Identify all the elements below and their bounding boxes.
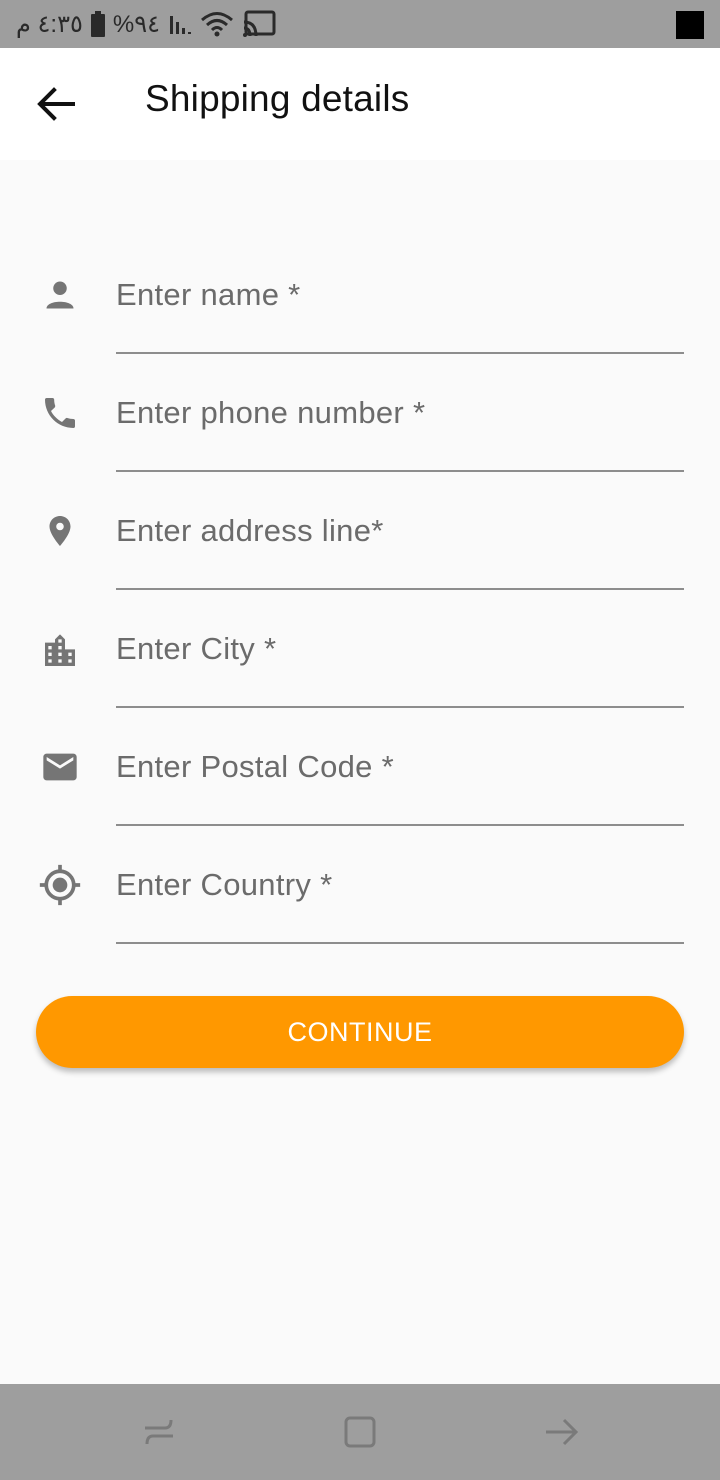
name-input[interactable] xyxy=(116,265,684,325)
name-underline xyxy=(116,352,684,354)
wifi-icon xyxy=(200,11,234,37)
person-icon xyxy=(36,271,84,319)
city-icon xyxy=(36,627,84,675)
postal-code-input[interactable] xyxy=(116,737,684,797)
status-bar: ٤:٣٥ م %٩٤ xyxy=(0,0,720,48)
address-field-row xyxy=(0,474,720,592)
country-underline xyxy=(116,942,684,944)
country-field-row xyxy=(0,828,720,946)
cast-icon xyxy=(242,10,276,38)
status-left: ٤:٣٥ م %٩٤ xyxy=(16,8,276,40)
back-button[interactable] xyxy=(26,72,86,136)
signal-icon xyxy=(168,12,192,36)
battery-icon xyxy=(90,11,105,37)
system-navigation-bar xyxy=(0,1384,720,1480)
back-nav-button[interactable] xyxy=(534,1404,590,1460)
notification-square-icon xyxy=(676,11,704,39)
mail-icon xyxy=(36,743,84,791)
phone-field-row xyxy=(0,356,720,474)
battery-percent: %٩٤ xyxy=(112,10,160,38)
phone-underline xyxy=(116,470,684,472)
recents-icon xyxy=(145,1419,173,1445)
address-input[interactable] xyxy=(116,501,684,561)
city-underline xyxy=(116,706,684,708)
city-input[interactable] xyxy=(116,619,684,679)
location-pin-icon xyxy=(36,507,84,555)
name-field-row xyxy=(0,238,720,356)
city-field-row xyxy=(0,592,720,710)
gps-target-icon xyxy=(36,861,84,909)
phone-input[interactable] xyxy=(116,383,684,443)
app-bar: Shipping details xyxy=(0,48,720,160)
nav-arrow-icon xyxy=(546,1418,579,1446)
address-underline xyxy=(116,588,684,590)
continue-button[interactable]: CONTINUE xyxy=(36,996,684,1068)
page-title: Shipping details xyxy=(145,78,410,119)
postal-code-underline xyxy=(116,824,684,826)
home-button[interactable] xyxy=(332,1404,388,1460)
status-time: ٤:٣٥ م xyxy=(16,10,83,38)
phone-icon xyxy=(36,389,84,437)
arrow-back-icon xyxy=(37,87,75,121)
home-icon xyxy=(344,1416,376,1448)
recents-button[interactable] xyxy=(131,1404,187,1460)
country-input[interactable] xyxy=(116,855,684,915)
postal-code-field-row xyxy=(0,710,720,828)
